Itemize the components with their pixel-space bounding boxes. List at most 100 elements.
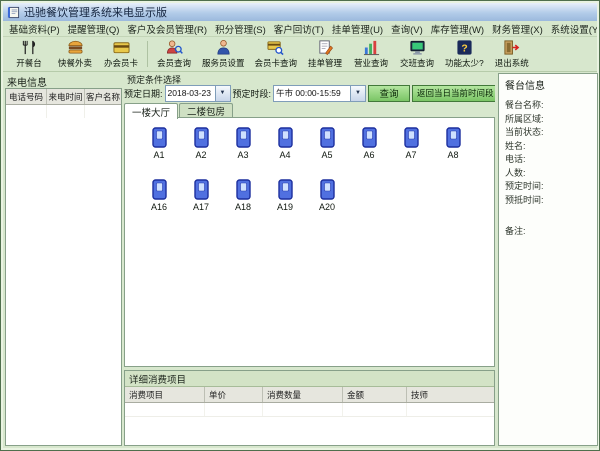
query-button[interactable]: 查询	[368, 85, 410, 102]
table-label: A20	[319, 202, 335, 212]
table-row	[6, 105, 121, 118]
table-icon	[152, 127, 167, 148]
chevron-down-icon[interactable]	[215, 86, 230, 101]
toolbar: 开餐台 快餐外卖 办会员卡 会员查询	[3, 37, 597, 72]
toolbar-button-more-features[interactable]: ? 功能太少?	[440, 37, 489, 71]
field-phone: 电话:	[499, 152, 597, 166]
toolbar-button-label: 挂单管理	[308, 57, 342, 69]
consumption-title: 详细消费项目	[125, 371, 494, 387]
toolbar-button-waiter-setup[interactable]: 服务员设置	[197, 37, 250, 71]
dining-table[interactable]: A7	[390, 122, 432, 174]
card-search-icon	[267, 39, 284, 56]
exit-door-icon	[503, 39, 520, 56]
table-icon	[236, 127, 251, 148]
menu-item-finance[interactable]: 财务管理(X)	[488, 21, 547, 37]
toolbar-button-member-query[interactable]: 会员查询	[151, 37, 197, 71]
tab-first-floor-hall[interactable]: 一楼大厅	[124, 103, 178, 119]
return-current-time-button[interactable]: 返回当日当前时间段	[412, 85, 495, 102]
consumption-table-header: 消费项目 单价 消费数量 金额 技师	[125, 387, 494, 403]
toolbar-button-member-card-query[interactable]: 会员卡查询	[250, 37, 303, 71]
titlebar: 迅驰餐饮管理系统来电显示版	[3, 3, 597, 21]
toolbar-button-exit-system[interactable]: 退出系统	[489, 37, 535, 71]
dining-table[interactable]: A18	[222, 174, 264, 226]
member-search-icon	[166, 39, 183, 56]
field-guest-count: 人数:	[499, 166, 597, 180]
reservation-time-select[interactable]: 午市 00:00-15:59	[273, 85, 366, 102]
field-arrival-time: 预抵时间:	[499, 193, 597, 207]
menu-item-query[interactable]: 查询(V)	[387, 21, 427, 37]
field-status: 当前状态:	[499, 125, 597, 139]
table-label: A6	[363, 150, 374, 160]
table-icon	[278, 179, 293, 200]
table-label: A5	[321, 150, 332, 160]
tab-second-floor-rooms[interactable]: 二楼包房	[179, 103, 233, 118]
toolbar-button-business-query[interactable]: 营业查询	[348, 37, 394, 71]
waiter-icon	[215, 39, 232, 56]
dining-table[interactable]: A2	[180, 122, 222, 174]
toolbar-button-shift-query[interactable]: 交班查询	[394, 37, 440, 71]
table-label: A16	[151, 202, 167, 212]
dining-table[interactable]: A17	[180, 174, 222, 226]
menu-item-points[interactable]: 积分管理(S)	[211, 21, 270, 37]
toolbar-button-pending-orders[interactable]: 挂单管理	[302, 37, 348, 71]
toolbar-button-fast-food[interactable]: 快餐外卖	[52, 37, 98, 71]
reservation-controls: 预定日期: 2018-03-23 预定时段: 午市 00:00-15:59 查询…	[124, 84, 495, 102]
field-note-label: 备注:	[499, 206, 597, 237]
dining-table[interactable]: A1	[138, 122, 180, 174]
menu-item-basic-data[interactable]: 基础资料(P)	[5, 21, 64, 37]
menu-item-reminder[interactable]: 提醒管理(Q)	[64, 21, 124, 37]
dining-table[interactable]: A3	[222, 122, 264, 174]
dining-table[interactable]: A16	[138, 174, 180, 226]
card-icon	[113, 39, 130, 56]
toolbar-separator	[147, 41, 148, 67]
table-label: A2	[195, 150, 206, 160]
toolbar-button-label: 营业查询	[354, 57, 388, 69]
caller-info-table: 电话号码 来电时间 客户名称	[5, 88, 122, 446]
app-icon	[7, 6, 20, 19]
table-label: A4	[279, 150, 290, 160]
toolbar-button-open-table[interactable]: 开餐台	[6, 37, 52, 71]
column-header-technician: 技师	[407, 387, 494, 402]
reservation-date-label: 预定日期:	[124, 87, 163, 100]
menu-item-settings[interactable]: 系统设置(Y)	[547, 21, 597, 37]
menu-item-pending-orders[interactable]: 挂单管理(U)	[328, 21, 387, 37]
field-area: 所属区域:	[499, 112, 597, 126]
question-icon: ?	[456, 39, 473, 56]
reservation-date-select[interactable]: 2018-03-23	[165, 85, 231, 102]
menu-bar: 基础资料(P) 提醒管理(Q) 客户及会员管理(R) 积分管理(S) 客户回访(…	[3, 21, 597, 37]
table-icon	[194, 179, 209, 200]
table-icon	[404, 127, 419, 148]
table-icon	[236, 179, 251, 200]
menu-item-inventory[interactable]: 库存管理(W)	[427, 21, 488, 37]
table-icon	[278, 127, 293, 148]
dining-table[interactable]: A6	[348, 122, 390, 174]
toolbar-button-label: 开餐台	[16, 57, 42, 69]
toolbar-button-label: 快餐外卖	[58, 57, 92, 69]
table-icon	[152, 179, 167, 200]
reservation-time-value: 午市 00:00-15:59	[274, 87, 343, 99]
dining-table[interactable]: A4	[264, 122, 306, 174]
table-info-title: 餐台信息	[499, 74, 597, 98]
toolbar-button-new-member-card[interactable]: 办会员卡	[98, 37, 144, 71]
reservation-date-value: 2018-03-23	[166, 88, 213, 98]
field-reserve-time: 预定时间:	[499, 179, 597, 193]
caller-table-header: 电话号码 来电时间 客户名称	[6, 89, 121, 105]
dining-table[interactable]: A8	[432, 122, 474, 174]
table-icon	[362, 127, 377, 148]
column-header-phone: 电话号码	[6, 89, 47, 104]
burger-icon	[67, 39, 84, 56]
dining-table[interactable]: A5	[306, 122, 348, 174]
dining-table[interactable]: A19	[264, 174, 306, 226]
menu-item-customer-member[interactable]: 客户及会员管理(R)	[123, 21, 211, 37]
table-label: A8	[447, 150, 458, 160]
window-title: 迅驰餐饮管理系统来电显示版	[24, 4, 167, 20]
toolbar-button-label: 办会员卡	[104, 57, 138, 69]
chevron-down-icon[interactable]	[350, 86, 365, 101]
menu-item-customer-followup[interactable]: 客户回访(T)	[270, 21, 328, 37]
table-icon	[194, 127, 209, 148]
dining-table[interactable]: A20	[306, 174, 348, 226]
column-header-item: 消费项目	[125, 387, 205, 402]
table-icon	[320, 127, 335, 148]
table-label: A19	[277, 202, 293, 212]
toolbar-button-label: 服务员设置	[202, 57, 245, 69]
